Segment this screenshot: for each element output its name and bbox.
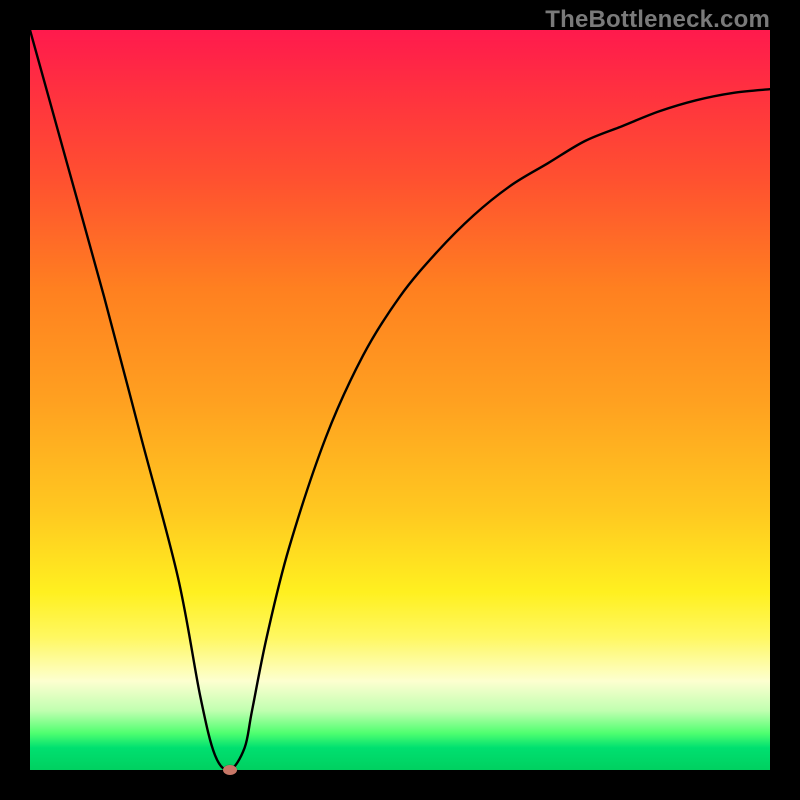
bottleneck-curve bbox=[30, 30, 770, 770]
chart-frame: TheBottleneck.com bbox=[0, 0, 800, 800]
minimum-point-marker bbox=[223, 765, 237, 775]
plot-area bbox=[30, 30, 770, 770]
